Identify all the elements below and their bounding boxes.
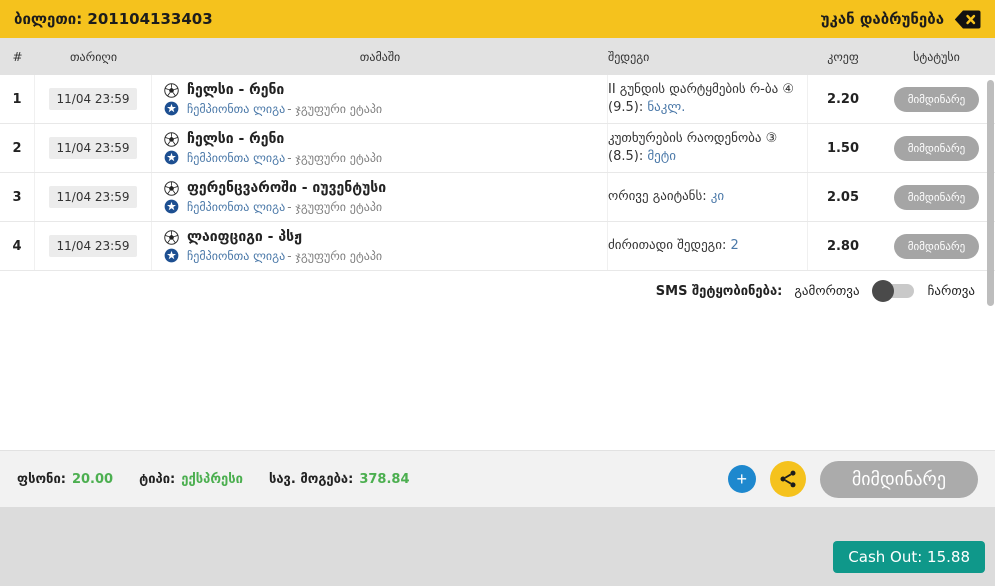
league-link[interactable]: ჩემპიონთა ლიგა [187, 102, 285, 116]
sms-off-label: გამორთვა [794, 283, 860, 299]
stage-label: - ჯგუფური ეტაპი [287, 101, 383, 116]
footer: Cash Out: 15.88 [0, 507, 995, 586]
summary-actions: + მიმდინარე [727, 460, 978, 498]
date-badge: 11/04 23:59 [48, 235, 138, 257]
col-header-number: # [12, 49, 23, 64]
payout-value: 378.84 [359, 471, 410, 487]
odds-value: 2.80 [826, 238, 860, 254]
odds-value: 2.20 [826, 91, 860, 107]
sms-notification-row: SMS შეტყობინება: გამორთვა ჩართვა [656, 267, 975, 315]
league-link[interactable]: ჩემპიონთა ლიგა [187, 200, 285, 214]
type-value: ექსპრესი [181, 471, 243, 487]
topbar: ბილეთი: 201104133403 უკან დაბრუნება [0, 0, 995, 38]
row-number: 1 [0, 75, 35, 123]
teams-label: ჩელსი - რენი [187, 82, 285, 98]
bet-market: კუთხურების რაოდენობა ③ (8.5): მეტი [608, 130, 797, 166]
type-label: ტიპი: [139, 471, 176, 487]
status-badge: მიმდინარე [893, 184, 980, 210]
status-badge: მიმდინარე [893, 135, 980, 161]
col-header-game: თამაში [359, 49, 401, 64]
champions-league-icon [164, 199, 179, 214]
champions-league-icon [164, 248, 179, 263]
scrollbar[interactable] [987, 77, 994, 313]
market-label: კუთხურების რაოდენობა ③ (8.5): [608, 130, 778, 164]
date-badge: 11/04 23:59 [48, 137, 138, 159]
odds-value: 1.50 [826, 140, 860, 156]
soccer-ball-icon [164, 131, 179, 147]
stake-label: ფსონი: [17, 471, 66, 487]
market-label: II გუნდის დარტყმების რ-ბა ④ (9.5): [608, 81, 794, 115]
toggle-knob [871, 280, 894, 302]
stage-label: - ჯგუფური ეტაპი [287, 150, 383, 165]
bet-market: II გუნდის დარტყმების რ-ბა ④ (9.5): ნაკლ. [608, 81, 797, 117]
row-number: 4 [0, 222, 35, 270]
col-header-odds: კოეფ [827, 49, 859, 64]
row-number: 2 [0, 124, 35, 172]
table-row: 2 11/04 23:59 ჩელსი - რენი ჩემპიონთა ლიგ… [0, 124, 995, 173]
stake-group: ფსონი: 20.00 [17, 472, 113, 487]
summary-bar: ფსონი: 20.00 ტიპი: ექსპრესი სავ. მოგება:… [0, 450, 995, 507]
cashout-button[interactable]: Cash Out: 15.88 [833, 541, 985, 573]
teams-label: ჩელსი - რენი [187, 131, 285, 147]
back-button[interactable]: უკან დაბრუნება [821, 10, 981, 29]
bet-market: ძირითადი შედეგი: 2 [608, 237, 739, 255]
scrollbar-thumb[interactable] [987, 80, 994, 306]
teams-label: ფერენცვაროში - იუვენტუსი [187, 180, 387, 196]
pick-value: კი [710, 188, 725, 204]
bet-market: ორივე გაიტანს: კი [608, 188, 724, 206]
back-label: უკან დაბრუნება [820, 10, 944, 28]
row-number: 3 [0, 173, 35, 221]
stake-value: 20.00 [71, 471, 114, 487]
add-button[interactable]: + [727, 465, 756, 493]
sms-toggle[interactable] [871, 280, 914, 302]
champions-league-icon [164, 150, 179, 165]
market-label: ორივე გაიტანს: [608, 188, 711, 204]
date-badge: 11/04 23:59 [48, 186, 138, 208]
teams-label: ლაიფციგი - პსჟ [187, 229, 302, 245]
col-header-status: სტატუსი [913, 49, 960, 64]
sms-on-label: ჩართვა [927, 283, 975, 299]
stage-label: - ჯგუფური ეტაპი [287, 199, 383, 214]
share-icon [780, 470, 796, 488]
date-badge: 11/04 23:59 [48, 88, 138, 110]
status-badge: მიმდინარე [893, 86, 980, 112]
status-badge: მიმდინარე [893, 233, 980, 259]
pick-value: ნაკლ. [647, 100, 686, 115]
league-link[interactable]: ჩემპიონთა ლიგა [187, 249, 285, 263]
bets-list: 1 11/04 23:59 ჩელსი - რენი ჩემპიონთა ლიგ… [0, 75, 995, 271]
league-link[interactable]: ჩემპიონთა ლიგა [187, 151, 285, 165]
soccer-ball-icon [164, 229, 179, 245]
plus-icon: + [736, 469, 748, 489]
market-label: ძირითადი შედეგი: [608, 237, 731, 253]
share-button[interactable] [769, 461, 806, 497]
col-header-result: შედეგი [608, 49, 650, 64]
pick-value: მეტი [647, 149, 676, 164]
table-header: # თარიღი თამაში შედეგი კოეფ სტატუსი [0, 38, 995, 75]
payout-group: სავ. მოგება: 378.84 [269, 472, 410, 487]
table-row: 4 11/04 23:59 ლაიფციგი - პსჟ ჩემპიონთა ლ… [0, 222, 995, 271]
ticket-status-button: მიმდინარე [819, 460, 978, 498]
type-group: ტიპი: ექსპრესი [139, 472, 243, 487]
table-row: 3 11/04 23:59 ფერენცვაროში - იუვენტუსი ჩ… [0, 173, 995, 222]
payout-label: სავ. მოგება: [268, 471, 354, 487]
odds-value: 2.05 [826, 189, 860, 205]
pick-value: 2 [730, 237, 739, 253]
sms-label: SMS შეტყობინება: [655, 283, 783, 299]
champions-league-icon [164, 101, 179, 116]
soccer-ball-icon [164, 82, 179, 98]
col-header-date: თარიღი [69, 49, 118, 64]
ticket-title: ბილეთი: 201104133403 [14, 10, 213, 28]
soccer-ball-icon [164, 180, 179, 196]
stage-label: - ჯგუფური ეტაპი [287, 248, 383, 263]
table-row: 1 11/04 23:59 ჩელსი - რენი ჩემპიონთა ლიგ… [0, 75, 995, 124]
backspace-icon [954, 10, 981, 28]
